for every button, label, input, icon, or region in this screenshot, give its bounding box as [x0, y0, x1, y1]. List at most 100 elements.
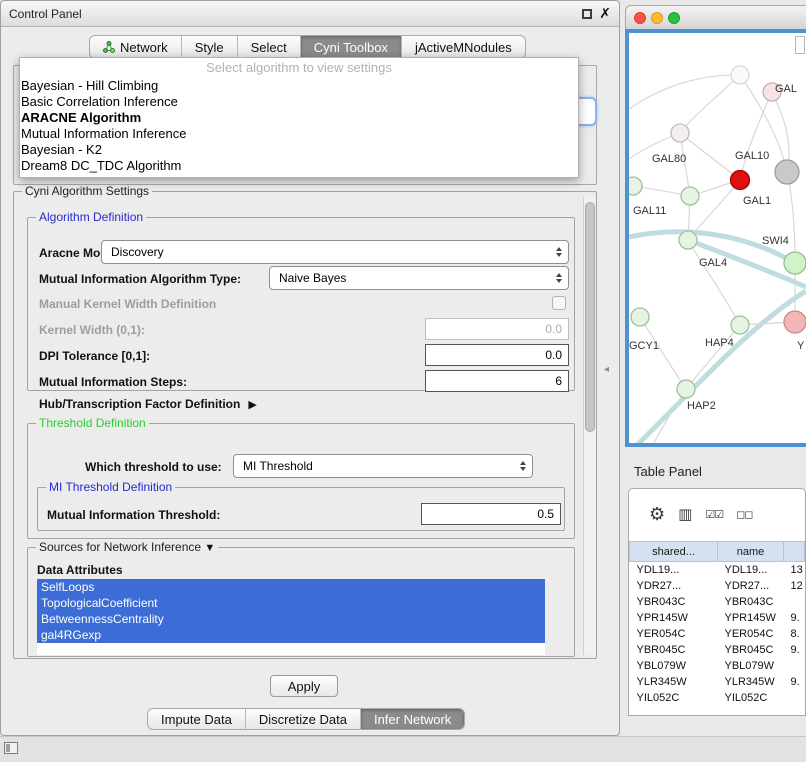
table-row[interactable]: YDR27...YDR27...12 — [630, 578, 805, 594]
apply-button[interactable]: Apply — [270, 675, 338, 697]
zoom-traffic-light[interactable] — [668, 12, 680, 24]
dpi-tolerance-field[interactable]: 0.0 — [425, 344, 569, 366]
settings-scrollbar[interactable] — [583, 197, 596, 655]
aracne-mode-value: Discovery — [111, 245, 164, 259]
kernel-width-label: Kernel Width (0,1): — [39, 323, 145, 337]
panel-toggle-icon[interactable] — [4, 742, 18, 754]
tab-label: Network — [120, 40, 168, 55]
column-header[interactable] — [784, 542, 805, 562]
network-node[interactable] — [731, 171, 750, 190]
network-node[interactable] — [677, 380, 695, 398]
sources-expander[interactable]: Sources for Network Inference ▼ — [36, 540, 218, 554]
table-row[interactable]: YBL079WYBL079W — [630, 658, 805, 674]
mi-steps-field[interactable]: 6 — [425, 370, 569, 392]
settings-scrollbar-thumb[interactable] — [585, 202, 595, 432]
dropdown-placeholder: Select algorithm to view settings — [20, 58, 578, 78]
network-window-titlebar[interactable] — [625, 5, 806, 29]
table-cell: YDR27... — [718, 578, 784, 594]
tab-label: Discretize Data — [259, 712, 347, 727]
float-window-icon[interactable] — [582, 9, 592, 19]
table-cell: YBR045C — [630, 642, 718, 658]
algorithm-option-dream8-dc-tdc-algorithm[interactable]: Dream8 DC_TDC Algorithm — [20, 158, 578, 174]
tab-select[interactable]: Select — [238, 36, 301, 58]
node-label: HAP2 — [687, 400, 716, 412]
node-label: GAL — [775, 83, 797, 95]
network-canvas[interactable]: GALGAL80GAL10GAL11GAL1SWI4GAL4GCY1HAP4YH… — [625, 29, 806, 447]
panel-splitter-icon[interactable]: ◂ — [604, 364, 609, 375]
table-cell: YER054C — [718, 626, 784, 642]
network-node[interactable] — [775, 160, 799, 184]
algorithm-option-basic-correlation-inference[interactable]: Basic Correlation Inference — [20, 94, 578, 110]
select-all-icon[interactable]: ☑☑ — [705, 508, 723, 521]
network-view-window: GALGAL80GAL10GAL11GAL1SWI4GAL4GCY1HAP4YH… — [625, 5, 806, 447]
data-attributes-list[interactable]: SelfLoopsTopologicalCoefficientBetweenne… — [37, 579, 545, 655]
table-cell: 9. — [784, 610, 805, 626]
kernel-width-value: 0.0 — [545, 322, 562, 336]
network-node[interactable] — [731, 316, 749, 334]
column-header[interactable]: name — [718, 542, 784, 562]
algorithm-option-aracne-algorithm[interactable]: ARACNE Algorithm — [20, 110, 578, 126]
network-node[interactable] — [784, 252, 806, 274]
combo-arrows-icon — [556, 273, 562, 283]
algorithm-option-bayesian-hill-climbing[interactable]: Bayesian - Hill Climbing — [20, 78, 578, 94]
bottom-tab-impute-data[interactable]: Impute Data — [148, 709, 246, 729]
close-icon[interactable]: ✗ — [599, 5, 611, 22]
network-scrollbar-thumb[interactable] — [795, 36, 805, 54]
bottom-tab-infer-network[interactable]: Infer Network — [361, 709, 464, 729]
bottom-tab-discretize-data[interactable]: Discretize Data — [246, 709, 361, 729]
tab-cyni-toolbox[interactable]: Cyni Toolbox — [301, 36, 402, 58]
control-panel-window: Control Panel ✗ Network Style Select Cyni T… — [0, 0, 620, 736]
table-panel: ⚙ ▥ ☑☑ ◻◻ shared...name YDL19...YDL19...… — [628, 488, 806, 716]
table-row[interactable]: YLR345WYLR345W9. — [630, 674, 805, 690]
minimize-traffic-light[interactable] — [651, 12, 663, 24]
close-traffic-light[interactable] — [634, 12, 646, 24]
network-node[interactable] — [671, 124, 689, 142]
attribute-item-selfloops[interactable]: SelfLoops — [37, 579, 545, 595]
network-node[interactable] — [784, 311, 806, 333]
algorithm-option-bayesian-k2[interactable]: Bayesian - K2 — [20, 142, 578, 158]
threshold-definition-title: Threshold Definition — [36, 416, 149, 430]
mi-threshold-field[interactable]: 0.5 — [421, 503, 561, 525]
table-row[interactable]: YIL052CYIL052C — [630, 690, 805, 706]
dpi-tolerance-label: DPI Tolerance [0,1]: — [39, 349, 150, 363]
which-threshold-combo[interactable]: MI Threshold — [233, 454, 533, 478]
table-cell: YDR27... — [630, 578, 718, 594]
node-label: GAL80 — [652, 153, 686, 165]
combo-arrows-icon — [556, 247, 562, 257]
table-cell — [784, 594, 805, 610]
table-cell — [784, 658, 805, 674]
screen: Control Panel ✗ Network Style Select Cyni T… — [0, 0, 806, 762]
dpi-tolerance-value: 0.0 — [545, 348, 562, 362]
table-row[interactable]: YBR045CYBR045C9. — [630, 642, 805, 658]
network-node[interactable] — [629, 177, 642, 195]
network-node[interactable] — [731, 66, 749, 84]
table-row[interactable]: YPR145WYPR145W9. — [630, 610, 805, 626]
control-panel-titlebar[interactable]: Control Panel ✗ — [1, 1, 619, 27]
network-node[interactable] — [681, 187, 699, 205]
network-node[interactable] — [631, 308, 649, 326]
tab-label: Select — [251, 40, 287, 55]
algorithm-definition-title: Algorithm Definition — [36, 210, 146, 224]
table-row[interactable]: YER054CYER054C8. — [630, 626, 805, 642]
table-row[interactable]: YBR043CYBR043C — [630, 594, 805, 610]
table-toolbar: ⚙ ▥ ☑☑ ◻◻ — [629, 489, 805, 539]
network-node[interactable] — [679, 231, 697, 249]
attribute-item-betweennesscentrality[interactable]: BetweennessCentrality — [37, 611, 545, 627]
apply-button-label: Apply — [288, 679, 321, 694]
tab-style[interactable]: Style — [182, 36, 238, 58]
table-row[interactable]: YDL19...YDL19...13 — [630, 562, 805, 578]
tab-network[interactable]: Network — [90, 36, 182, 58]
column-header[interactable]: shared... — [630, 542, 718, 562]
deselect-all-icon[interactable]: ◻◻ — [736, 508, 752, 521]
hub-definition-expander[interactable]: Hub/Transcription Factor Definition ▶ — [39, 397, 257, 411]
aracne-mode-combo[interactable]: Discovery — [101, 240, 569, 264]
attribute-item-gal4rgexp[interactable]: gal4RGexp — [37, 627, 545, 643]
attribute-item-topologicalcoefficient[interactable]: TopologicalCoefficient — [37, 595, 545, 611]
mi-type-combo[interactable]: Naive Bayes — [269, 266, 569, 290]
expander-collapsed-icon: ▶ — [248, 398, 256, 411]
columns-icon[interactable]: ▥ — [678, 505, 692, 523]
algorithm-option-mutual-information-inference[interactable]: Mutual Information Inference — [20, 126, 578, 142]
gear-icon[interactable]: ⚙ — [649, 504, 665, 525]
tab-jactivemnodules[interactable]: jActiveMNodules — [402, 36, 525, 58]
combo-arrows-icon — [520, 461, 526, 471]
